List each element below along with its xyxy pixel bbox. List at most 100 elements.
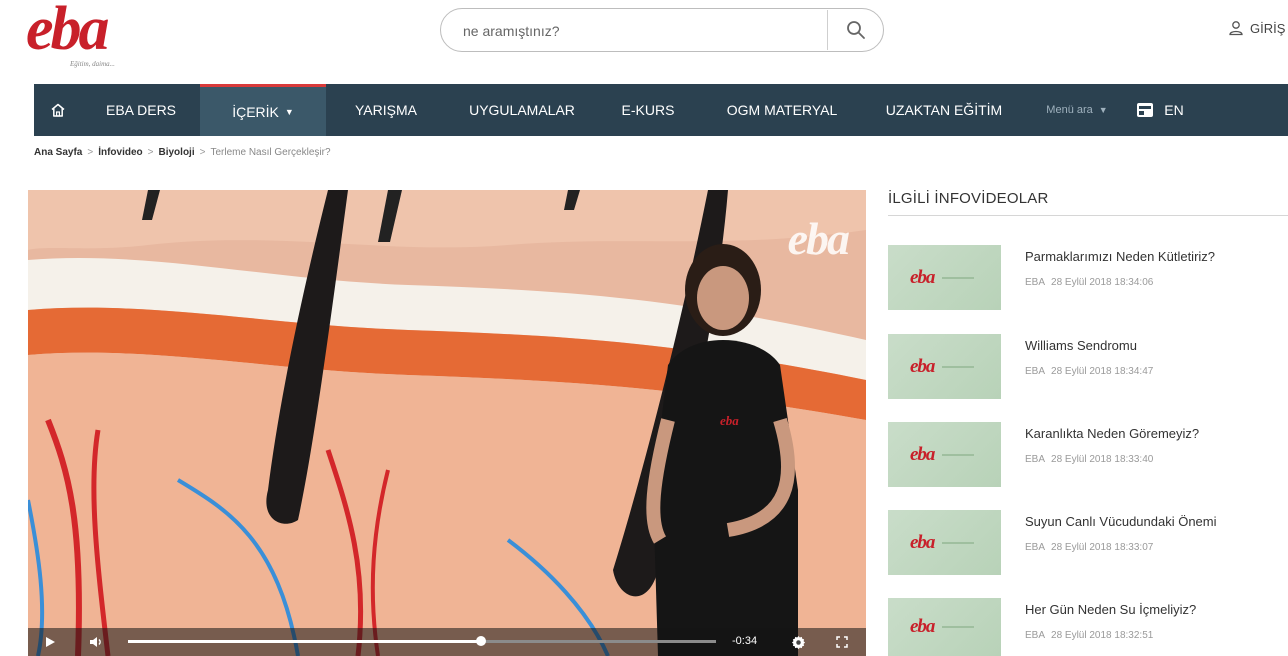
nav-uygulamalar[interactable]: UYGULAMALAR — [446, 84, 598, 136]
related-videos: İLGİLİ İNFOVİDEOLAR eba Parmaklarımızı N… — [888, 190, 1288, 656]
related-item-meta: EBA 28 Eylül 2018 18:32:51 — [1025, 630, 1153, 641]
progress-bar[interactable] — [128, 636, 716, 646]
settings-button[interactable] — [788, 628, 808, 656]
menu-search-label: Menü ara — [1046, 104, 1093, 116]
nav-item-label: UYGULAMALAR — [469, 102, 575, 118]
list-item[interactable]: eba Karanlıkta Neden Göremeyiz? EBA 28 Ey… — [888, 422, 1288, 492]
logo-wordmark: eba — [26, 0, 110, 63]
nav-item-label: İÇERİK — [232, 103, 279, 120]
video-thumbnail[interactable]: eba — [888, 422, 1001, 487]
chevron-down-icon: ▼ — [284, 106, 294, 117]
nav-uzaktan-egitim[interactable]: UZAKTAN EĞİTİM — [866, 84, 1022, 136]
nav-ogm-materyal[interactable]: OGM MATERYAL — [698, 84, 866, 136]
time-remaining: -0:34 — [732, 635, 758, 647]
related-item-source: EBA — [1025, 630, 1046, 641]
list-item[interactable]: eba Her Gün Neden Su İçmeliyiz? EBA 28 Ey… — [888, 598, 1288, 656]
nav-item-label: EBA DERS — [105, 102, 177, 118]
breadcrumb-home[interactable]: Ana Sayfa — [34, 147, 82, 158]
related-item-date: 28 Eylül 2018 18:33:40 — [1051, 454, 1154, 465]
volume-icon — [90, 637, 101, 647]
nav-item-label: YARIŞMA — [355, 102, 417, 118]
list-item[interactable]: eba Suyun Canlı Vücudundaki Önemi EBA 28 … — [888, 510, 1288, 580]
nav-item-label: UZAKTAN EĞİTİM — [885, 102, 1003, 118]
video-thumbnail[interactable]: eba — [888, 598, 1001, 656]
progress-fill — [128, 640, 481, 643]
thumbnail-decor — [942, 365, 975, 368]
related-title: İLGİLİ İNFOVİDEOLAR — [888, 190, 1049, 207]
thumbnail-logo: eba — [910, 266, 935, 288]
search-divider — [827, 10, 828, 50]
list-item[interactable]: eba Williams Sendromu EBA 28 Eylül 2018 1… — [888, 334, 1288, 404]
home-icon — [51, 103, 65, 117]
list-item[interactable]: eba Parmaklarımızı Neden Kütletiriz? EBA… — [888, 245, 1288, 315]
site-header: eba Eğitim, daima... GİRİŞ — [0, 0, 1288, 84]
main-nav: EBA DERS İÇERİK ▼ YARIŞMA UYGULAMALAR E-… — [34, 84, 1288, 136]
video-thumbnail[interactable]: eba — [888, 510, 1001, 575]
thumbnail-logo: eba — [910, 616, 935, 637]
play-icon — [46, 637, 55, 647]
nav-eba-ders[interactable]: EBA DERS — [82, 84, 200, 136]
svg-text:eba: eba — [720, 413, 739, 428]
video-thumbnail[interactable]: eba — [888, 334, 1001, 399]
login-label: GİRİŞ — [1250, 20, 1286, 36]
nav-language[interactable]: EN — [1132, 84, 1188, 136]
related-item-title[interactable]: Karanlıkta Neden Göremeyiz? — [1025, 426, 1199, 441]
related-item-title[interactable]: Suyun Canlı Vücudundaki Önemi — [1025, 514, 1217, 529]
video-thumbnail[interactable]: eba — [888, 245, 1001, 310]
nav-e-kurs[interactable]: E-KURS — [598, 84, 698, 136]
thumbnail-logo: eba — [910, 443, 935, 465]
video-controls: -0:34 — [28, 628, 866, 656]
related-item-date: 28 Eylül 2018 18:34:47 — [1051, 366, 1154, 377]
related-item-date: 28 Eylül 2018 18:33:07 — [1051, 542, 1154, 553]
nav-item-label: E-KURS — [621, 102, 675, 118]
search-box — [440, 8, 884, 52]
eba-logo[interactable]: eba Eğitim, daima... — [26, 0, 156, 70]
thumbnail-logo: eba — [910, 531, 935, 553]
language-icon — [1137, 103, 1154, 117]
nav-icerik[interactable]: İÇERİK ▼ — [200, 84, 326, 136]
related-item-meta: EBA 28 Eylül 2018 18:34:47 — [1025, 366, 1153, 377]
play-button[interactable] — [40, 628, 60, 656]
breadcrumb-separator: > — [147, 147, 154, 158]
gear-icon — [791, 635, 805, 649]
breadcrumb-biyoloji[interactable]: Biyoloji — [159, 147, 195, 158]
fullscreen-button[interactable] — [832, 628, 852, 656]
language-label: EN — [1164, 102, 1184, 118]
chevron-down-icon: ▼ — [1098, 105, 1108, 115]
search-input[interactable] — [463, 21, 823, 41]
thumbnail-decor — [942, 276, 975, 279]
nav-item-label: OGM MATERYAL — [726, 102, 838, 118]
fullscreen-icon — [836, 636, 848, 648]
breadcrumb-separator: > — [87, 147, 94, 158]
thumbnail-decor — [942, 626, 975, 628]
related-item-meta: EBA 28 Eylül 2018 18:33:40 — [1025, 454, 1153, 465]
breadcrumb-current: Terleme Nasıl Gerçekleşir? — [210, 147, 331, 158]
related-item-meta: EBA 28 Eylül 2018 18:34:06 — [1025, 277, 1153, 288]
breadcrumb-infovideo[interactable]: İnfovideo — [98, 147, 142, 158]
related-divider — [888, 215, 1288, 216]
video-frame: eba — [28, 190, 866, 656]
related-item-meta: EBA 28 Eylül 2018 18:33:07 — [1025, 542, 1153, 553]
related-item-title[interactable]: Her Gün Neden Su İçmeliyiz? — [1025, 602, 1196, 617]
login-button[interactable]: GİRİŞ — [1228, 20, 1285, 36]
related-item-source: EBA — [1025, 277, 1046, 288]
progress-handle[interactable] — [475, 636, 486, 646]
related-item-title[interactable]: Parmaklarımızı Neden Kütletiriz? — [1025, 249, 1215, 264]
user-icon — [1229, 21, 1243, 36]
search-button[interactable] — [833, 13, 879, 47]
search-icon — [847, 21, 865, 39]
nav-home[interactable] — [34, 84, 82, 136]
related-item-source: EBA — [1025, 542, 1046, 553]
nav-menu-search[interactable]: Menü ara ▼ — [1022, 84, 1132, 136]
video-player[interactable]: eba eba — [28, 190, 866, 656]
thumbnail-decor — [942, 453, 975, 456]
nav-yarisma[interactable]: YARIŞMA — [326, 84, 446, 136]
related-item-date: 28 Eylül 2018 18:32:51 — [1051, 630, 1154, 641]
breadcrumb-separator: > — [199, 147, 206, 158]
volume-button[interactable] — [86, 628, 106, 656]
related-item-title[interactable]: Williams Sendromu — [1025, 338, 1137, 353]
related-item-source: EBA — [1025, 454, 1046, 465]
thumbnail-decor — [942, 541, 975, 544]
logo-tagline: Eğitim, daima... — [70, 60, 115, 68]
related-item-source: EBA — [1025, 366, 1046, 377]
